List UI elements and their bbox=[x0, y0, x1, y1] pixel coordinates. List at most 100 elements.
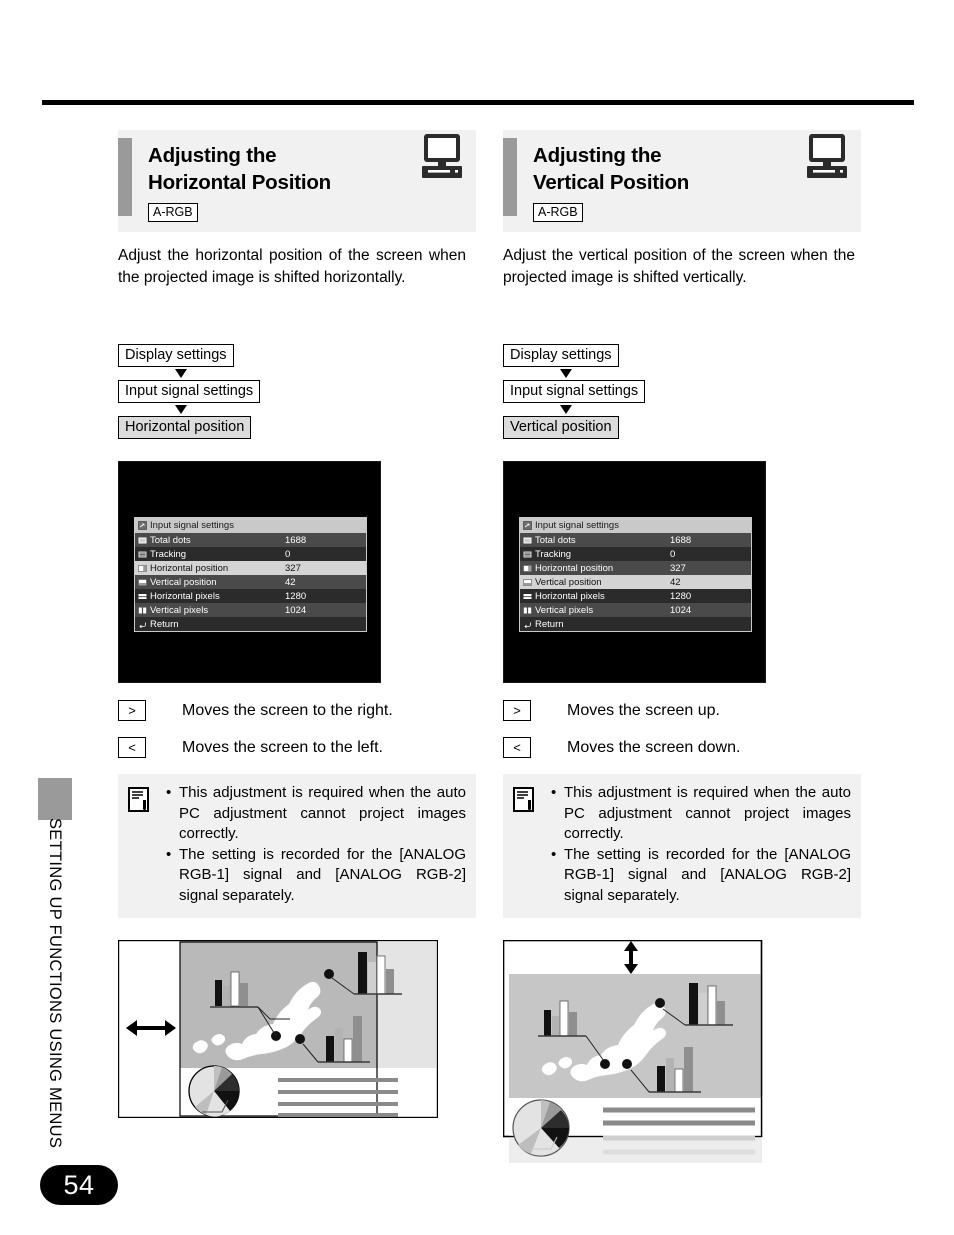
note-text: This adjustment is required when the aut… bbox=[564, 784, 851, 842]
osd-return-label: Return bbox=[150, 618, 179, 630]
osd-row-value: 42 bbox=[670, 576, 681, 588]
menu-icon bbox=[138, 521, 147, 530]
horizontal-position-icon bbox=[523, 564, 532, 573]
menu-path-flow: Display settings Input signal settings H… bbox=[118, 344, 476, 439]
vertical-position-icon bbox=[523, 578, 532, 587]
osd-return-row[interactable]: Return bbox=[135, 617, 366, 631]
flow-arrow-icon bbox=[560, 369, 572, 378]
osd-row-value: 1280 bbox=[285, 590, 307, 602]
key-legend-row: > Moves the screen up. bbox=[503, 700, 861, 721]
osd-row-value: 1024 bbox=[670, 604, 692, 616]
computer-monitor-icon bbox=[418, 132, 466, 180]
osd-row-label: Horizontal pixels bbox=[150, 590, 220, 602]
up-key-button[interactable]: > bbox=[503, 700, 531, 721]
bullet-icon: • bbox=[166, 845, 172, 863]
osd-row-selected[interactable]: Horizontal position 327 bbox=[135, 561, 366, 575]
osd-row-value: 327 bbox=[670, 562, 686, 574]
page-top-rule bbox=[42, 100, 914, 105]
osd-row[interactable]: Total dots 1688 bbox=[135, 533, 366, 547]
key-legend: > Moves the screen to the right. < Moves… bbox=[118, 700, 476, 758]
key-legend: > Moves the screen up. < Moves the scree… bbox=[503, 700, 861, 758]
note-bullet-item: • This adjustment is required when the a… bbox=[551, 783, 851, 845]
osd-row-label: Vertical pixels bbox=[150, 604, 209, 616]
section-header: Adjusting the Horizontal Position A-RGB bbox=[118, 130, 476, 232]
signal-tag-row: A-RGB bbox=[148, 203, 476, 222]
flow-step-display-settings[interactable]: Display settings bbox=[503, 344, 619, 367]
note-bullet-item: • This adjustment is required when the a… bbox=[166, 783, 466, 845]
osd-row-label: Vertical pixels bbox=[535, 604, 594, 616]
osd-row-selected[interactable]: Vertical position 42 bbox=[520, 575, 751, 589]
left-key-button[interactable]: < bbox=[118, 737, 146, 758]
page-number-badge: 54 bbox=[40, 1165, 118, 1205]
section-horizontal-position: Adjusting the Horizontal Position A-RGB … bbox=[117, 130, 476, 1123]
osd-return-row[interactable]: Return bbox=[520, 617, 751, 631]
vertical-pixels-icon bbox=[523, 606, 532, 615]
horizontal-position-icon bbox=[138, 564, 147, 573]
osd-row[interactable]: Vertical pixels 1024 bbox=[520, 603, 751, 617]
osd-title-text: Input signal settings bbox=[150, 520, 234, 531]
osd-row[interactable]: Tracking 0 bbox=[520, 547, 751, 561]
osd-row-label: Tracking bbox=[535, 548, 572, 560]
osd-row-label: Horizontal pixels bbox=[535, 590, 605, 602]
osd-row-value: 327 bbox=[285, 562, 301, 574]
osd-row[interactable]: Vertical pixels 1024 bbox=[135, 603, 366, 617]
note-text: The setting is recorded for the [ANALOG … bbox=[564, 845, 851, 904]
key-legend-row: > Moves the screen to the right. bbox=[118, 700, 476, 721]
total-dots-icon bbox=[138, 536, 147, 545]
osd-row-label: Total dots bbox=[535, 534, 576, 546]
return-arrow-icon bbox=[138, 620, 147, 629]
note-box: • This adjustment is required when the a… bbox=[503, 774, 861, 918]
osd-row-label: Total dots bbox=[150, 534, 191, 546]
key-legend-text: Moves the screen down. bbox=[567, 738, 741, 756]
flow-arrow-icon bbox=[560, 405, 572, 414]
flow-step-input-signal-settings[interactable]: Input signal settings bbox=[118, 380, 261, 403]
side-tab-marker bbox=[38, 778, 72, 820]
note-bullet-item: • The setting is recorded for the [ANALO… bbox=[166, 845, 466, 907]
osd-row-value: 1688 bbox=[670, 534, 692, 546]
section-description: Adjust the horizontal position of the sc… bbox=[118, 247, 466, 286]
tracking-icon bbox=[523, 550, 532, 559]
header-accent-bar bbox=[118, 138, 132, 216]
title-line-1: Adjusting the bbox=[148, 144, 277, 167]
osd-row[interactable]: Horizontal pixels 1280 bbox=[135, 589, 366, 603]
menu-icon bbox=[523, 521, 532, 530]
vertical-pixels-icon bbox=[138, 606, 147, 615]
flow-step-display-settings[interactable]: Display settings bbox=[118, 344, 234, 367]
osd-row[interactable]: Vertical position 42 bbox=[135, 575, 366, 589]
osd-row[interactable]: Horizontal position 327 bbox=[520, 561, 751, 575]
signal-tag-row: A-RGB bbox=[533, 203, 861, 222]
note-box: • This adjustment is required when the a… bbox=[118, 774, 476, 918]
key-legend-row: < Moves the screen to the left. bbox=[118, 737, 476, 758]
note-memo-icon bbox=[128, 787, 152, 813]
down-key-button[interactable]: < bbox=[503, 737, 531, 758]
osd-row[interactable]: Horizontal pixels 1280 bbox=[520, 589, 751, 603]
right-key-button[interactable]: > bbox=[118, 700, 146, 721]
note-list: • This adjustment is required when the a… bbox=[166, 783, 466, 906]
horizontal-pixels-icon bbox=[138, 592, 147, 601]
section-vertical-position: Adjusting the Vertical Position A-RGB Ad… bbox=[502, 130, 861, 1170]
osd-screenshot: Input signal settings Total dots 1688 Tr… bbox=[503, 461, 766, 683]
osd-menu: Input signal settings Total dots 1688 Tr… bbox=[134, 517, 367, 632]
title-line-1: Adjusting the bbox=[533, 144, 662, 167]
osd-row-value: 0 bbox=[285, 548, 291, 560]
section-description: Adjust the vertical position of the scre… bbox=[503, 247, 855, 286]
osd-menu-title: Input signal settings bbox=[520, 518, 751, 533]
total-dots-icon bbox=[523, 536, 532, 545]
header-accent-bar bbox=[503, 138, 517, 216]
osd-row[interactable]: Tracking 0 bbox=[135, 547, 366, 561]
flow-step-current[interactable]: Horizontal position bbox=[118, 416, 252, 439]
osd-row[interactable]: Total dots 1688 bbox=[520, 533, 751, 547]
osd-row-label: Tracking bbox=[150, 548, 187, 560]
flow-step-input-signal-settings[interactable]: Input signal settings bbox=[503, 380, 646, 403]
running-head: SETTING UP FUNCTIONS USING MENUS bbox=[46, 818, 64, 1149]
key-legend-text: Moves the screen up. bbox=[567, 701, 720, 719]
osd-row-value: 0 bbox=[670, 548, 676, 560]
flow-step-current[interactable]: Vertical position bbox=[503, 416, 619, 439]
osd-menu-title: Input signal settings bbox=[135, 518, 366, 533]
signal-tag: A-RGB bbox=[148, 203, 198, 222]
osd-row-label: Vertical position bbox=[535, 576, 602, 588]
title-line-2: Vertical Position bbox=[533, 171, 690, 194]
note-list: • This adjustment is required when the a… bbox=[551, 783, 851, 906]
osd-row-value: 1024 bbox=[285, 604, 307, 616]
note-text: The setting is recorded for the [ANALOG … bbox=[179, 845, 466, 904]
